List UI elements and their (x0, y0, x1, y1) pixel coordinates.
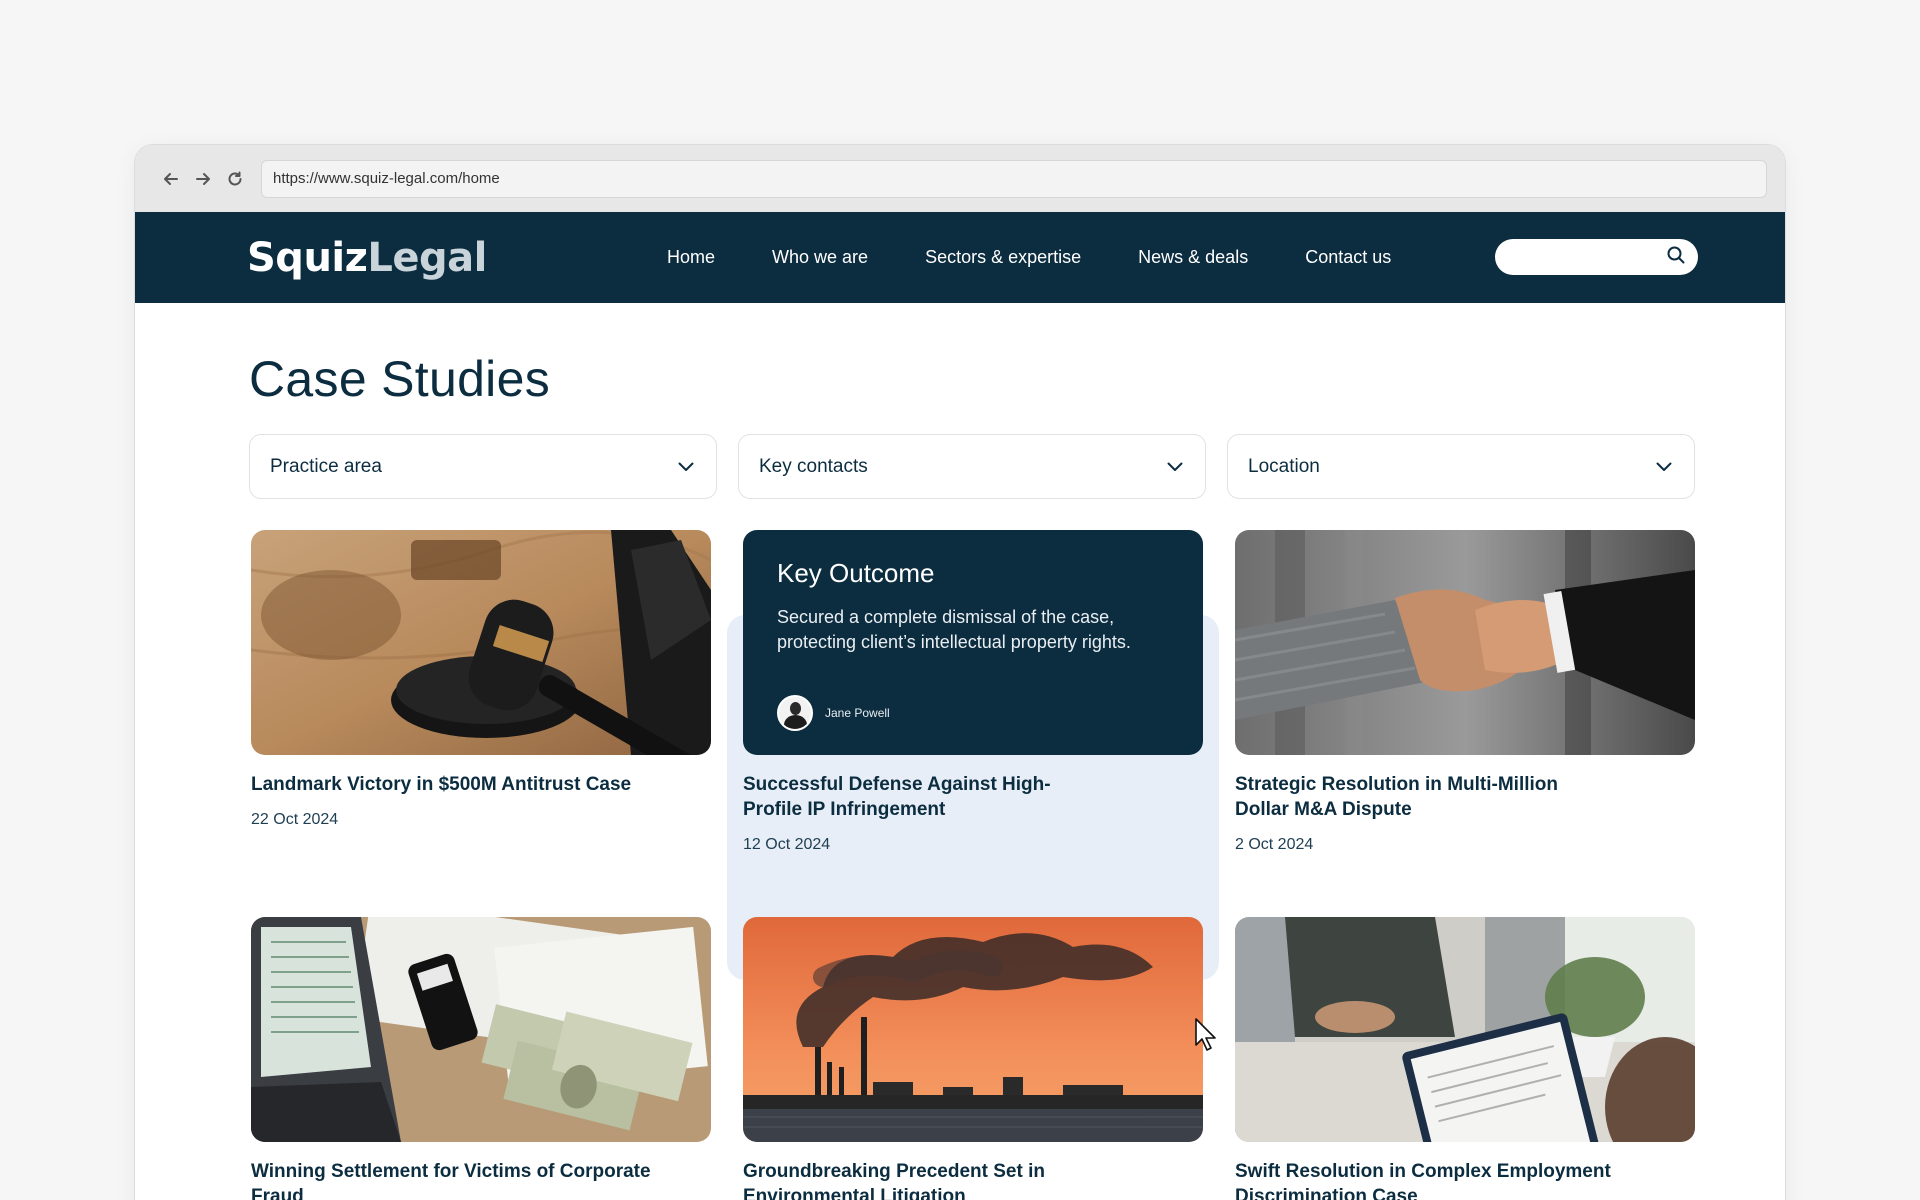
nav-contact-us[interactable]: Contact us (1305, 247, 1391, 268)
nav-sectors-expertise[interactable]: Sectors & expertise (925, 247, 1081, 268)
card-title[interactable]: Successful Defense Against High-Profile … (743, 772, 1103, 822)
outcome-heading: Key Outcome (777, 558, 935, 588)
case-study-card[interactable]: Landmark Victory in $500M Antitrust Case… (251, 530, 711, 829)
filter-practice-area[interactable]: Practice area (249, 434, 717, 499)
handshake-photo[interactable] (1235, 530, 1695, 755)
nav-who-we-are[interactable]: Who we are (772, 247, 868, 268)
reload-icon[interactable] (219, 163, 251, 195)
page-title: Case Studies (249, 351, 550, 407)
card-date: 2 Oct 2024 (1235, 836, 1314, 853)
card-title[interactable]: Landmark Victory in $500M Antitrust Case (251, 772, 671, 797)
card-date: 12 Oct 2024 (743, 836, 831, 853)
outcome-text: Secured a complete dismissal of the case… (777, 607, 1131, 652)
search-box[interactable] (1495, 239, 1698, 275)
logo-light: Legal (367, 234, 487, 281)
nav-home[interactable]: Home (667, 247, 715, 268)
card-title[interactable]: Groundbreaking Precedent Set in Environm… (743, 1159, 1163, 1200)
address-bar[interactable]: https://www.squiz-legal.com/home (261, 159, 1767, 198)
chevron-down-icon (678, 456, 694, 478)
key-contact[interactable]: Jane Powell (777, 695, 890, 731)
browser-toolbar: https://www.squiz-legal.com/home (135, 145, 1785, 212)
mouse-cursor-icon (1195, 1018, 1216, 1051)
nav-news-deals[interactable]: News & deals (1138, 247, 1248, 268)
contact-name: Jane Powell (825, 706, 890, 720)
url-text: https://www.squiz-legal.com/home (273, 170, 500, 187)
card-date: 22 Oct 2024 (251, 811, 339, 828)
filter-bar: Practice area Key contacts Location (249, 434, 1695, 499)
filter-key-contacts[interactable]: Key contacts (738, 434, 1206, 499)
gavel-photo[interactable] (251, 530, 711, 755)
case-study-card-highlighted[interactable]: Key Outcome Secured a complete dismissal… (743, 530, 1203, 854)
card-title[interactable]: Winning Settlement for Victims of Corpor… (251, 1159, 671, 1200)
case-study-card[interactable]: Strategic Resolution in Multi-Million Do… (1235, 530, 1695, 854)
filter-location[interactable]: Location (1227, 434, 1695, 499)
filter-label: Location (1248, 455, 1320, 477)
avatar (777, 695, 813, 731)
browser-window: https://www.squiz-legal.com/home SquizLe… (135, 145, 1785, 1200)
case-study-card[interactable]: Groundbreaking Precedent Set in Environm… (743, 917, 1203, 1200)
card-title[interactable]: Swift Resolution in Complex Employment D… (1235, 1159, 1615, 1200)
filter-label: Key contacts (759, 455, 868, 477)
logo-bold: Squiz (247, 234, 368, 281)
key-outcome-panel: Key Outcome Secured a complete dismissal… (743, 530, 1203, 755)
main-nav: Home Who we are Sectors & expertise News… (667, 212, 1391, 303)
case-study-card[interactable]: Swift Resolution in Complex Employment D… (1235, 917, 1695, 1200)
chevron-down-icon (1656, 456, 1672, 478)
card-title[interactable]: Strategic Resolution in Multi-Million Do… (1235, 772, 1615, 822)
money-laptop-photo[interactable] (251, 917, 711, 1142)
search-icon[interactable] (1666, 245, 1686, 270)
logo[interactable]: SquizLegal (247, 235, 487, 281)
case-study-card[interactable]: Winning Settlement for Victims of Corpor… (251, 917, 711, 1200)
filter-label: Practice area (270, 455, 382, 477)
forward-arrow-icon[interactable] (187, 163, 219, 195)
interview-photo[interactable] (1235, 917, 1695, 1142)
back-arrow-icon[interactable] (155, 163, 187, 195)
search-input[interactable] (1509, 245, 1659, 269)
site-header: SquizLegal Home Who we are Sectors & exp… (135, 212, 1785, 303)
chevron-down-icon (1167, 456, 1183, 478)
factory-smoke-photo[interactable] (743, 917, 1203, 1142)
